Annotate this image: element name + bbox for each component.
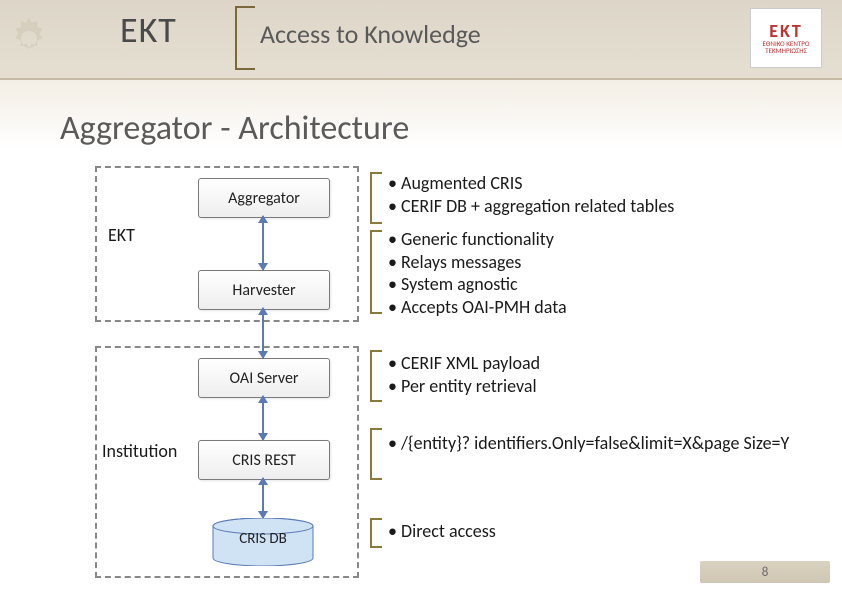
page-number: 8 — [700, 561, 830, 583]
arrow-icon — [262, 308, 264, 358]
box-oai-server: OAI Server — [198, 358, 330, 398]
logo-badge: EKT ΕΘΝΙΚΟ ΚΕΝΤΡΟ ΤΕΚΜΗΡΙΩΣΗΣ — [750, 8, 822, 68]
box-aggregator: Aggregator — [198, 178, 330, 218]
desc-oai-server: • CERIF XML payload• Per entity retrieva… — [388, 352, 540, 397]
desc-cris-db: • Direct access — [388, 520, 496, 543]
box-cris-db: CRIS DB — [210, 530, 316, 548]
desc-harvester: • Generic functionality• Relays messages… — [388, 228, 567, 318]
bracket-icon — [370, 518, 382, 548]
header-subtitle: Access to Knowledge — [260, 18, 481, 50]
page-title: Aggregator - Architecture — [60, 108, 409, 149]
group-label-institution: Institution — [102, 440, 177, 462]
arrow-icon — [262, 478, 264, 518]
logo-sub2: ΤΕΚΜΗΡΙΩΣΗΣ — [765, 47, 807, 54]
header-bracket-icon — [235, 6, 255, 70]
arrow-icon — [262, 396, 264, 440]
bracket-icon — [370, 172, 382, 224]
header-bar: EKT Access to Knowledge EKT ΕΘΝΙΚΟ ΚΕΝΤΡ… — [0, 0, 842, 80]
arrow-icon — [262, 216, 264, 270]
group-label-ekt: EKT — [108, 224, 135, 246]
bracket-icon — [370, 350, 382, 402]
diagram: EKT Institution Aggregator Harvester OAI… — [0, 160, 842, 595]
bracket-icon — [370, 428, 382, 480]
desc-aggregator: • Augmented CRIS• CERIF DB + aggregation… — [388, 172, 674, 217]
bracket-icon — [370, 230, 382, 314]
box-cris-rest: CRIS REST — [198, 440, 330, 480]
box-harvester: Harvester — [198, 270, 330, 310]
desc-cris-rest: • /{entity}? identifiers.Only=false&limi… — [388, 432, 828, 455]
gear-icon — [8, 18, 50, 60]
logo-text: EKT — [769, 22, 803, 40]
header-org: EKT — [120, 8, 177, 52]
